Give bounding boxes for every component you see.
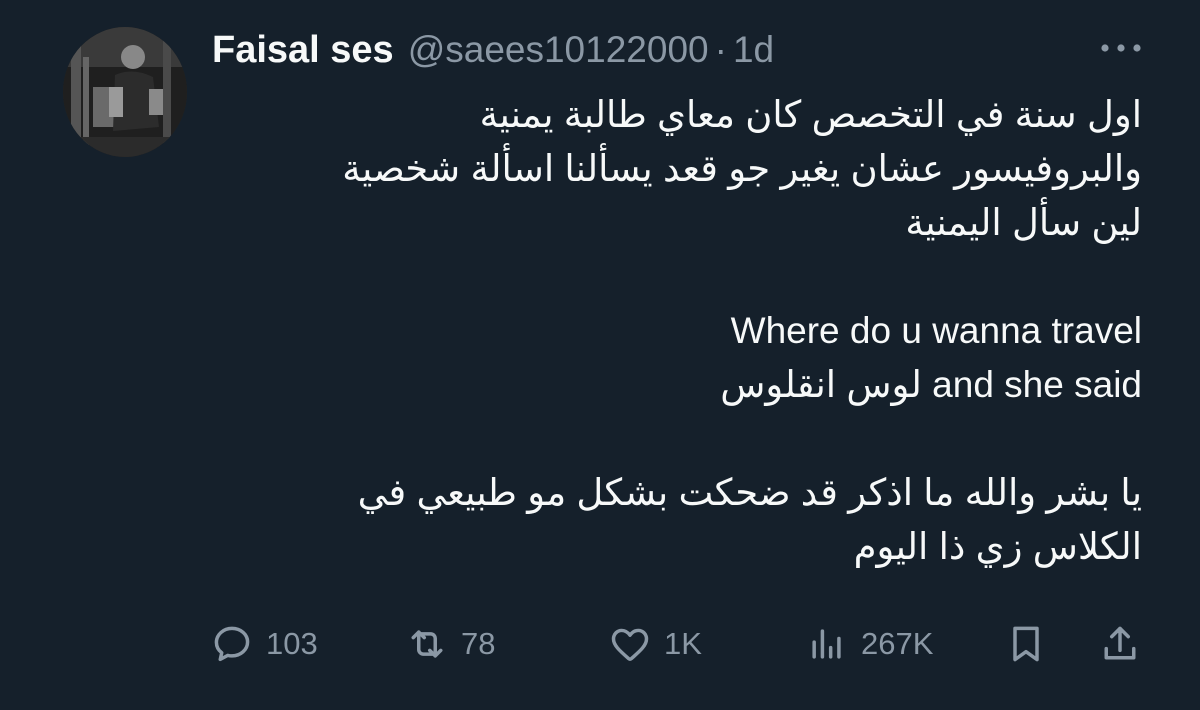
tweet-line: اول سنة في التخصص كان معاي طالبة يمنية — [479, 94, 1142, 135]
tweet-text: اول سنة في التخصص كان معاي طالبة يمنية و… — [182, 88, 1142, 574]
tweet-timestamp[interactable]: 1d — [733, 29, 774, 71]
more-horizontal-icon — [1101, 44, 1141, 52]
share-button[interactable] — [1098, 616, 1142, 672]
views-count: 267K — [861, 626, 934, 661]
author-handle[interactable]: @saees10122000 — [408, 29, 709, 71]
tweet: Faisal ses @saees10122000 · 1d اول سنة ف… — [0, 0, 1200, 710]
tweet-actions: 103 78 1K 267K — [210, 616, 1145, 672]
reply-button[interactable]: 103 — [210, 616, 318, 672]
avatar-photo — [63, 27, 187, 157]
views-icon — [812, 629, 841, 659]
retweet-icon — [411, 630, 443, 658]
tweet-line: Where do u wanna travel — [730, 310, 1142, 351]
tweet-line: and she said لوس انقلوس — [720, 364, 1142, 405]
like-count: 1K — [664, 626, 702, 661]
like-button[interactable]: 1K — [608, 616, 702, 672]
more-options-button[interactable] — [1098, 36, 1144, 60]
heart-icon — [611, 628, 649, 661]
reply-count: 103 — [266, 626, 318, 661]
tweet-blank-line — [182, 250, 1142, 304]
retweet-count: 78 — [461, 626, 496, 661]
author-display-name[interactable]: Faisal ses — [212, 29, 394, 72]
bookmark-button[interactable] — [1004, 616, 1048, 672]
tweet-line: يا بشر والله ما اذكر قد ضحكت بشكل مو طبي… — [357, 472, 1142, 513]
avatar[interactable] — [63, 27, 187, 157]
tweet-header: Faisal ses @saees10122000 · 1d — [212, 26, 774, 74]
share-icon — [1104, 626, 1136, 660]
tweet-line: الكلاس زي ذا اليوم — [853, 526, 1142, 567]
tweet-line: لين سأل اليمنية — [905, 202, 1142, 243]
bookmark-icon — [1013, 626, 1039, 662]
views-button[interactable]: 267K — [805, 616, 933, 672]
reply-icon — [214, 626, 250, 662]
tweet-blank-line — [182, 412, 1142, 466]
tweet-line: والبروفيسور عشان يغير جو قعد يسألنا اسأل… — [342, 148, 1142, 189]
separator-dot: · — [714, 29, 727, 70]
retweet-button[interactable]: 78 — [405, 616, 495, 672]
